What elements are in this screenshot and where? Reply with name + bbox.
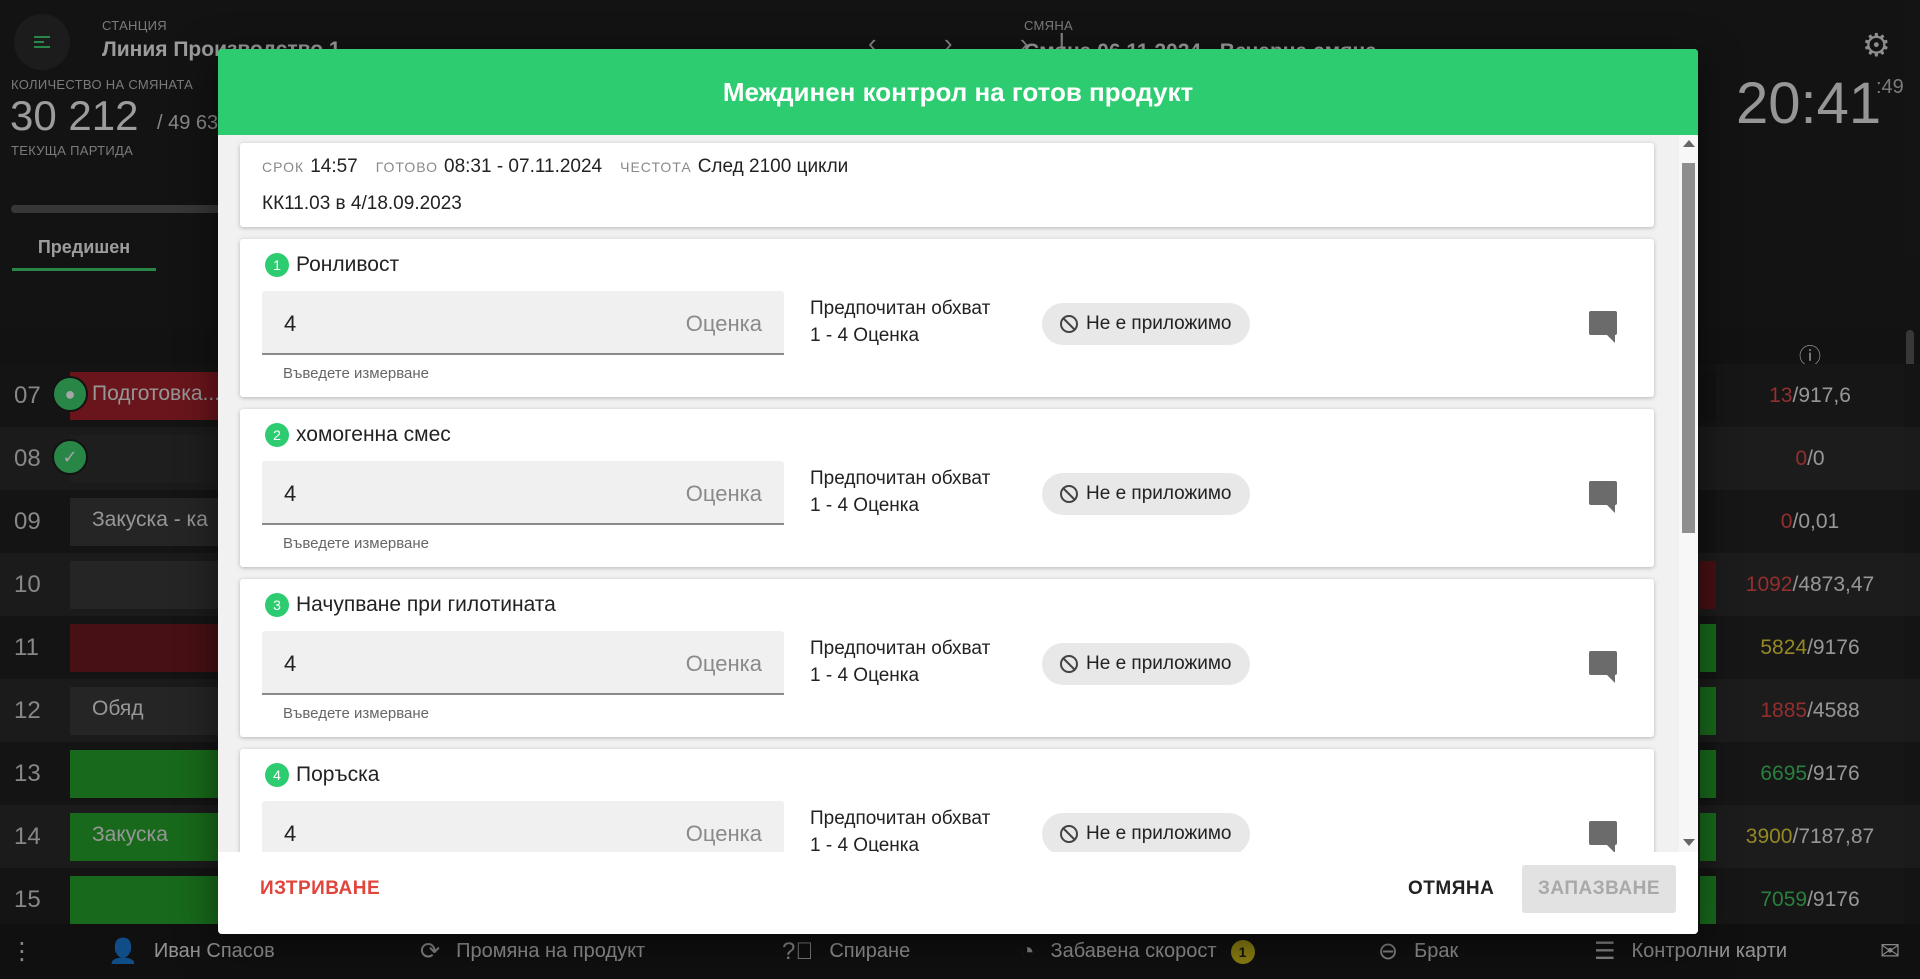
measurement-hint: Въведете измерване <box>283 705 430 722</box>
item-title: Ронливост <box>296 253 400 276</box>
delete-button[interactable]: ИЗТРИВАНЕ <box>260 878 380 900</box>
comment-icon[interactable] <box>1589 311 1617 343</box>
measurement-unit: Оценка <box>685 821 762 846</box>
save-button[interactable]: ЗАПАЗВАНЕ <box>1522 865 1676 913</box>
comment-icon[interactable] <box>1589 651 1617 683</box>
ready-key: готово <box>375 159 438 175</box>
item-number-badge: 4 <box>265 763 289 787</box>
not-applicable-label: Не е приложимо <box>1086 313 1232 334</box>
measurement-hint: Въведете измерване <box>283 535 430 552</box>
comment-icon[interactable] <box>1589 821 1617 852</box>
block-icon <box>1060 315 1078 333</box>
ready-value: 08:31 - 07.11.2024 <box>444 156 603 177</box>
inspection-item-card: 1 Ронливост 4 Оценка Въведете измерване Предп… <box>240 239 1654 397</box>
measurement-input[interactable]: 4 Оценка <box>262 801 784 852</box>
measurement-unit: Оценка <box>685 481 762 506</box>
scroll-up-icon[interactable] <box>1683 140 1695 147</box>
preferred-range-label: Предпочитан обхват <box>810 468 991 489</box>
deadline-value: 14:57 <box>310 156 358 177</box>
preferred-range-value: 1 - 4 Оценка <box>810 665 920 686</box>
item-number-badge: 2 <box>265 423 289 447</box>
measurement-unit: Оценка <box>685 311 762 336</box>
preferred-range: Предпочитан обхват 1 - 4 Оценка <box>810 805 990 852</box>
preferred-range: Предпочитан обхват 1 - 4 Оценка <box>810 635 990 689</box>
item-number-badge: 1 <box>265 253 289 277</box>
item-title: хомогенна смес <box>296 423 451 446</box>
preferred-range-value: 1 - 4 Оценка <box>810 495 920 516</box>
not-applicable-label: Не е приложимо <box>1086 483 1232 504</box>
control-dialog: Междинен контрол на готов продукт срок 1… <box>218 49 1698 934</box>
not-applicable-label: Не е приложимо <box>1086 823 1232 844</box>
meta-line: срок 14:57 готово 08:31 - 07.11.2024 чес… <box>262 156 866 178</box>
preferred-range: Предпочитан обхват 1 - 4 Оценка <box>810 295 990 349</box>
frequency-value: След 2100 цикли <box>697 156 849 177</box>
inspection-item-card: 2 хомогенна смес 4 Оценка Въведете измерване… <box>240 409 1654 567</box>
item-title: Начупване при гилотината <box>296 593 556 616</box>
measurement-value[interactable]: 4 <box>284 311 296 337</box>
measurement-input[interactable]: 4 Оценка <box>262 631 784 695</box>
measurement-input[interactable]: 4 Оценка <box>262 291 784 355</box>
comment-icon[interactable] <box>1589 481 1617 513</box>
block-icon <box>1060 825 1078 843</box>
dialog-body: срок 14:57 готово 08:31 - 07.11.2024 чес… <box>218 135 1698 852</box>
not-applicable-button[interactable]: Не е приложимо <box>1042 473 1250 515</box>
preferred-range: Предпочитан обхват 1 - 4 Оценка <box>810 465 990 519</box>
inspection-item-card: 4Поръска4ОценкаВъведете измерванеПредпоч… <box>240 749 1654 852</box>
not-applicable-button[interactable]: Не е приложимо <box>1042 303 1250 345</box>
cancel-button[interactable]: ОТМЯНА <box>1408 878 1494 900</box>
preferred-range-label: Предпочитан обхват <box>810 808 991 829</box>
not-applicable-button[interactable]: Не е приложимо <box>1042 813 1250 852</box>
preferred-range-label: Предпочитан обхват <box>810 638 991 659</box>
inspection-item-card: 3 Начупване при гилотината 4 Оценка Въведете… <box>240 579 1654 737</box>
dialog-title: Междинен контрол на готов продукт <box>218 49 1698 135</box>
preferred-range-value: 1 - 4 Оценка <box>810 835 920 852</box>
frequency-key: честота <box>620 159 692 175</box>
measurement-unit: Оценка <box>685 651 762 676</box>
item-number-badge: 3 <box>265 593 289 617</box>
deadline-key: срок <box>262 159 305 175</box>
block-icon <box>1060 655 1078 673</box>
measurement-input[interactable]: 4 Оценка <box>262 461 784 525</box>
dialog-scrollbar[interactable] <box>1679 135 1698 852</box>
scrollbar-thumb[interactable] <box>1682 163 1695 533</box>
block-icon <box>1060 485 1078 503</box>
measurement-hint: Въведете измерване <box>283 365 430 382</box>
preferred-range-label: Предпочитан обхват <box>810 298 991 319</box>
measurement-value[interactable]: 4 <box>284 481 296 507</box>
document-reference: КК11.03 в 4/18.09.2023 <box>262 193 462 214</box>
control-meta-card: срок 14:57 готово 08:31 - 07.11.2024 чес… <box>240 143 1654 227</box>
not-applicable-label: Не е приложимо <box>1086 653 1232 674</box>
preferred-range-value: 1 - 4 Оценка <box>810 325 920 346</box>
not-applicable-button[interactable]: Не е приложимо <box>1042 643 1250 685</box>
measurement-value[interactable]: 4 <box>284 651 296 677</box>
dialog-footer: ИЗТРИВАНЕ ОТМЯНА ЗАПАЗВАНЕ <box>218 852 1698 934</box>
item-title: Поръска <box>296 763 380 786</box>
measurement-value[interactable]: 4 <box>284 821 296 847</box>
scroll-down-icon[interactable] <box>1683 839 1695 846</box>
